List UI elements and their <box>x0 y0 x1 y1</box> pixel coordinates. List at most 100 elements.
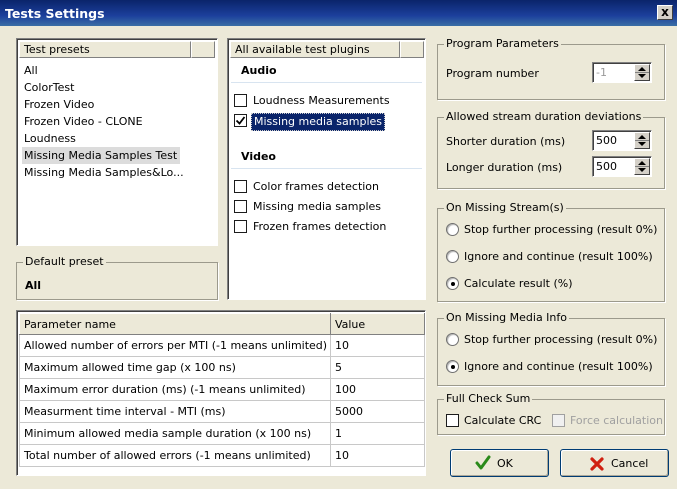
default-preset-label: Default preset <box>23 255 106 268</box>
radio-button[interactable] <box>446 333 459 346</box>
program-number-spin-buttons[interactable] <box>634 64 650 81</box>
shorter-duration-input[interactable] <box>595 133 629 148</box>
presets-list[interactable]: Test presets All ColorTest Frozen Video Fro… <box>16 38 218 246</box>
longer-duration-label: Longer duration (ms) <box>446 161 563 174</box>
calculate-crc-label: Calculate CRC <box>464 414 542 427</box>
parameters-table[interactable]: Parameter name Value Allowed number of e… <box>16 310 426 476</box>
video-plugin-checkbox[interactable] <box>234 200 247 213</box>
missing-stream-label: On Missing Stream(s) <box>444 201 566 214</box>
table-row[interactable]: Minimum allowed media sample duration (x… <box>19 422 426 445</box>
radio-button[interactable] <box>446 277 459 290</box>
missing-media-group: On Missing Media Info Stop further proce… <box>437 311 665 386</box>
radio-label: Ignore and continue (result 100%) <box>464 360 653 373</box>
checkmark-icon <box>235 116 246 125</box>
table-row[interactable]: Total number of allowed errors (-1 means… <box>19 444 426 467</box>
video-plugin-label: Frozen frames detection <box>253 220 387 233</box>
param-name-cell: Maximum error duration (ms) (-1 means un… <box>19 378 331 401</box>
param-value-cell[interactable]: 100 <box>329 378 426 401</box>
preset-item[interactable]: Loudness <box>22 130 79 147</box>
spin-down-icon[interactable] <box>638 142 646 146</box>
table-row[interactable]: Allowed number of errors per MTI (-1 mea… <box>19 334 426 357</box>
program-number-stepper[interactable] <box>592 62 652 83</box>
audio-plugin-checkbox[interactable] <box>234 114 247 127</box>
cancel-x-icon <box>590 457 604 471</box>
calculate-crc-checkbox[interactable] <box>446 414 459 427</box>
spin-up-icon[interactable] <box>638 135 646 139</box>
audio-plugin-label: Loudness Measurements <box>253 94 390 107</box>
param-name-cell: Allowed number of errors per MTI (-1 mea… <box>19 334 331 357</box>
ok-label: OK <box>497 457 513 470</box>
spin-down-icon[interactable] <box>638 74 646 78</box>
force-calculation-label: Force calculation <box>570 414 663 427</box>
presets-header[interactable]: Test presets <box>19 41 191 58</box>
preset-item[interactable]: ColorTest <box>22 79 77 96</box>
missing-stream-group: On Missing Stream(s) Stop further proces… <box>437 201 665 302</box>
param-name-cell: Total number of allowed errors (-1 means… <box>19 444 331 467</box>
ok-button[interactable]: OK <box>450 449 549 477</box>
param-value-cell[interactable]: 10 <box>329 334 426 357</box>
shorter-duration-label: Shorter duration (ms) <box>446 135 566 148</box>
spin-down-icon[interactable] <box>638 168 646 172</box>
preset-item[interactable]: Missing Media Samples&Lo... <box>22 164 187 181</box>
presets-header-filler <box>191 41 215 58</box>
param-value-header[interactable]: Value <box>329 313 426 335</box>
video-plugin-checkbox[interactable] <box>234 220 247 233</box>
audio-divider <box>231 82 422 83</box>
cancel-button[interactable]: Cancel <box>560 449 669 477</box>
radio-label: Calculate result (%) <box>464 277 573 290</box>
spin-up-icon[interactable] <box>638 161 646 165</box>
table-row[interactable]: Maximum error duration (ms) (-1 means un… <box>19 378 426 401</box>
param-name-cell: Minimum allowed media sample duration (x… <box>19 422 331 445</box>
longer-duration-spin-buttons[interactable] <box>634 158 650 175</box>
missing-media-label: On Missing Media Info <box>444 311 569 324</box>
program-number-input[interactable] <box>595 65 629 80</box>
full-checksum-label: Full Check Sum <box>444 392 533 405</box>
shorter-duration-spin-buttons[interactable] <box>634 132 650 149</box>
plugins-list[interactable]: All available test plugins Audio Loudnes… <box>227 38 426 300</box>
radio-label: Stop further processing (result 0%) <box>464 223 658 236</box>
duration-deviation-group: Allowed stream duration deviations Short… <box>437 110 665 189</box>
radio-label: Ignore and continue (result 100%) <box>464 250 653 263</box>
video-plugin-label: Color frames detection <box>253 180 380 193</box>
radio-button[interactable] <box>446 360 459 373</box>
preset-item[interactable]: Frozen Video <box>22 96 97 113</box>
radio-button[interactable] <box>446 250 459 263</box>
preset-item[interactable]: Missing Media Samples Test <box>22 147 181 164</box>
close-icon: x <box>661 5 669 19</box>
radio-label: Stop further processing (result 0%) <box>464 333 658 346</box>
audio-plugin-checkbox[interactable] <box>234 94 247 107</box>
program-parameters-group: Program Parameters Program number <box>437 37 665 100</box>
window-title: Tests Settings <box>5 6 105 21</box>
param-value-cell[interactable]: 1 <box>329 422 426 445</box>
radio-button[interactable] <box>446 223 459 236</box>
longer-duration-input[interactable] <box>595 159 629 174</box>
spin-up-icon[interactable] <box>638 67 646 71</box>
longer-duration-stepper[interactable] <box>592 156 652 177</box>
shorter-duration-stepper[interactable] <box>592 130 652 151</box>
preset-item[interactable]: All <box>22 62 41 79</box>
audio-category-label: Audio <box>241 64 277 77</box>
plugins-header-filler <box>400 41 424 58</box>
param-value-cell[interactable]: 5000 <box>329 400 426 423</box>
plugins-header[interactable]: All available test plugins <box>230 41 400 58</box>
close-button[interactable]: x <box>657 5 673 20</box>
param-name-cell: Measurment time interval - MTI (ms) <box>19 400 331 423</box>
video-plugin-checkbox[interactable] <box>234 180 247 193</box>
checkmark-icon <box>475 455 491 470</box>
audio-plugin-label: Missing media samples <box>251 113 385 131</box>
param-name-header[interactable]: Parameter name <box>19 313 331 335</box>
param-value-cell[interactable]: 5 <box>329 356 426 379</box>
duration-deviation-label: Allowed stream duration deviations <box>444 110 644 123</box>
table-row[interactable]: Measurment time interval - MTI (ms) 5000 <box>19 400 426 423</box>
video-divider <box>231 168 422 169</box>
param-value-cell[interactable]: 10 <box>329 444 426 467</box>
title-bar: Tests Settings x <box>0 0 677 26</box>
default-preset-value: All <box>25 279 42 292</box>
program-number-label: Program number <box>446 67 539 80</box>
video-category-label: Video <box>241 150 276 163</box>
cancel-label: Cancel <box>611 457 649 470</box>
video-plugin-label: Missing media samples <box>253 200 381 213</box>
preset-item[interactable]: Frozen Video - CLONE <box>22 113 146 130</box>
program-parameters-label: Program Parameters <box>444 37 561 50</box>
table-row[interactable]: Maximum allowed time gap (x 100 ns) 5 <box>19 356 426 379</box>
